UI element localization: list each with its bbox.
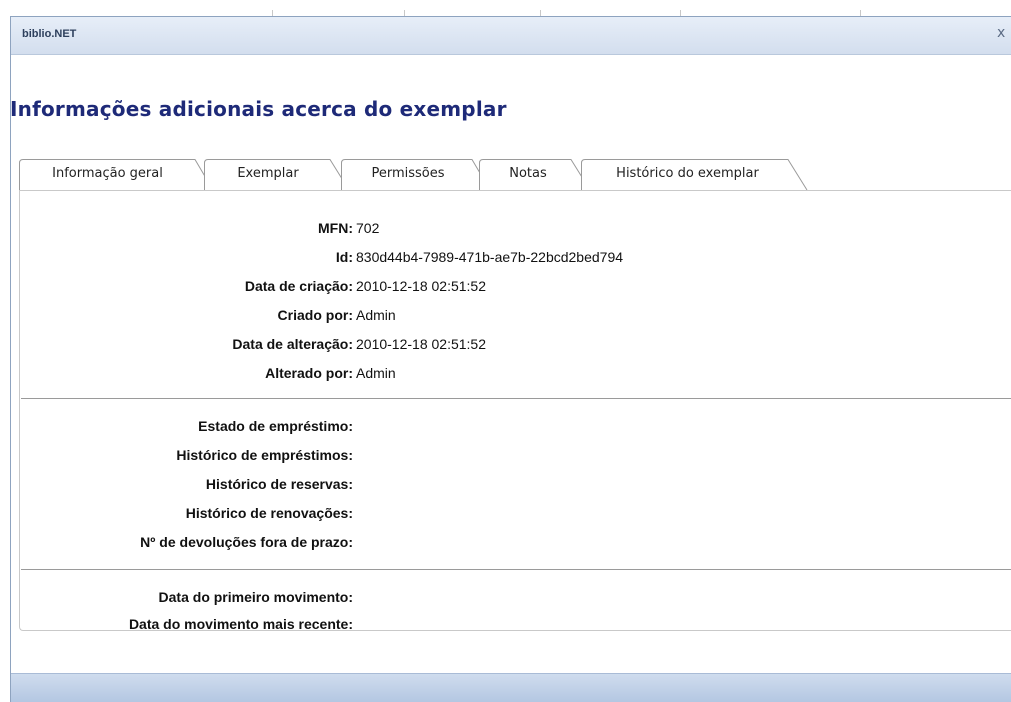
tab-permissoes[interactable]: Permissões (341, 159, 491, 191)
tab-label: Permissões (371, 166, 445, 181)
field-label: Data do movimento mais recente: (128, 616, 353, 632)
field-row-criado-por: Criado por: Admin (20, 307, 1011, 327)
field-row-historico-de-renovacoes: Histórico de renovações: (20, 505, 1011, 525)
field-row-data-de-alteracao: Data de alteração: 2010-12-18 02:51:52 (20, 336, 1011, 356)
field-label: Alterado por: (265, 365, 353, 381)
close-icon[interactable]: x (997, 25, 1011, 41)
tab-notas[interactable]: Notas (479, 159, 591, 191)
field-row-historico-de-emprestimos: Histórico de empréstimos: (20, 447, 1011, 467)
field-label: Criado por: (277, 307, 353, 323)
tab-label: Notas (509, 166, 547, 181)
field-row-mfn: MFN: 702 (20, 220, 1011, 240)
field-value: Admin (356, 307, 396, 323)
tab-label: Histórico do exemplar (616, 166, 759, 181)
dialog-window: biblio.NET x Informações adicionais acer… (10, 16, 1011, 702)
tab-panel-informacao-geral: MFN: 702 Id: 830d44b4-7989-471b-ae7b-22b… (19, 190, 1011, 632)
field-value: 702 (356, 220, 380, 236)
tab-label: Informação geral (52, 166, 163, 181)
field-row-estado-de-emprestimo: Estado de empréstimo: (20, 418, 1011, 438)
tab-historico-do-exemplar[interactable]: Histórico do exemplar (581, 159, 808, 191)
tab-informacao-geral[interactable]: Informação geral (19, 159, 214, 191)
field-label: Nº de devoluções fora de prazo: (140, 534, 353, 550)
field-row-devolucoes-fora-de-prazo: Nº de devoluções fora de prazo: (20, 534, 1011, 554)
field-row-id: Id: 830d44b4-7989-471b-ae7b-22bcd2bed794 (20, 249, 1011, 269)
tab-bar: Informação geral Exemplar Permissões Not… (19, 159, 999, 191)
dialog-titlebar: biblio.NET x (11, 17, 1011, 55)
field-row-data-de-criacao: Data de criação: 2010-12-18 02:51:52 (20, 278, 1011, 298)
field-value: 2010-12-18 02:51:52 (356, 336, 486, 352)
field-label: Histórico de reservas: (205, 476, 353, 492)
field-label: Data de alteração: (232, 336, 353, 352)
page-title: Informações adicionais acerca do exempla… (10, 97, 507, 121)
field-label: Id: (335, 249, 353, 265)
field-label: Histórico de empréstimos: (176, 447, 353, 463)
field-row-alterado-por: Alterado por: Admin (20, 365, 1011, 385)
section-divider (21, 569, 1011, 570)
field-label: Data de criação: (244, 278, 353, 294)
dialog-title: biblio.NET (22, 28, 77, 40)
field-label: Histórico de renovações: (185, 505, 353, 521)
tab-exemplar[interactable]: Exemplar (204, 159, 350, 191)
background-strip (0, 0, 1011, 16)
field-row-data-do-movimento-mais-recente: Data do movimento mais recente: (20, 616, 1011, 636)
tab-label: Exemplar (237, 166, 299, 181)
field-value: 2010-12-18 02:51:52 (356, 278, 486, 294)
field-row-historico-de-reservas: Histórico de reservas: (20, 476, 1011, 496)
field-value: 830d44b4-7989-471b-ae7b-22bcd2bed794 (356, 249, 624, 265)
field-label: Data do primeiro movimento: (158, 589, 353, 605)
section-divider (21, 398, 1011, 399)
field-label: MFN: (318, 220, 353, 236)
dialog-footer-bar (11, 673, 1011, 702)
field-value: Admin (356, 365, 396, 381)
field-row-data-do-primeiro-movimento: Data do primeiro movimento: (20, 589, 1011, 609)
field-label: Estado de empréstimo: (198, 418, 353, 434)
